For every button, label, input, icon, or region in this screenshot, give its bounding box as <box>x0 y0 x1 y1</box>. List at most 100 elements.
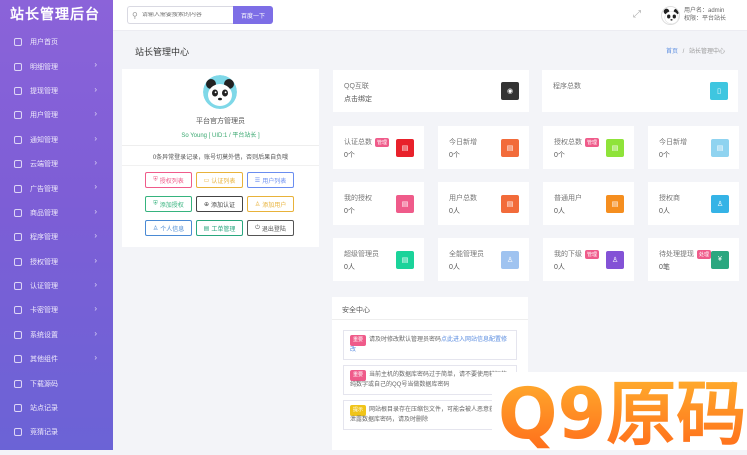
sidebar-item-label: 认证管理 <box>30 283 58 291</box>
chevron-right-icon: › <box>94 304 97 314</box>
stat-tag-badge[interactable]: 管理 <box>375 137 390 147</box>
stat-value: 0个 <box>449 152 460 159</box>
stat-tag-badge[interactable]: 管理 <box>585 137 600 147</box>
stat-card[interactable]: 程序总数 ▯ <box>542 70 738 112</box>
stat-card[interactable]: 全能管理员 0人 ♙ <box>438 238 529 281</box>
shield-icon: ⛨ <box>153 176 158 183</box>
menu-item-icon <box>14 330 22 339</box>
sidebar-item-label: 程序管理 <box>30 234 58 242</box>
user-info[interactable]: 用户名：admin 权限：平台站长 <box>684 7 726 23</box>
divider <box>332 319 528 320</box>
stat-card[interactable]: 待处理提现 处理 0笔 ¥ <box>648 238 739 281</box>
stat-label: 用户总数 <box>449 193 477 203</box>
menu-item-icon <box>14 233 22 242</box>
stat-label-text: 普通用户 <box>554 195 582 202</box>
qq-icon: ◉ <box>501 82 519 100</box>
stat-card[interactable]: 授权总数 管理 0个 ▤ <box>543 126 634 169</box>
sidebar-item[interactable]: 通知管理 › <box>0 128 113 152</box>
phone-icon: ▯ <box>710 82 728 100</box>
shield-plus-icon: ⛨ <box>153 200 158 207</box>
sidebar-item[interactable]: 系统设置 › <box>0 323 113 347</box>
watermark-logo: Q9原码 <box>492 372 747 455</box>
sidebar-nav: 用户首页 明细管理 › 提现管理 › 用户管理 › 通知管理 › 云端管理 › 广告管理 › 商品管理 › 程… <box>0 30 113 445</box>
chevron-right-icon: › <box>94 353 97 363</box>
sidebar-item[interactable]: 站点记录 <box>0 396 113 420</box>
sidebar-item[interactable]: 其他组件 › <box>0 347 113 371</box>
user-plus-action-button[interactable]: ♙ 添加用户 <box>247 196 294 212</box>
stat-card[interactable]: 我的下级 管理 0人 ♙ <box>543 238 634 281</box>
sidebar-item-label: 商品管理 <box>30 209 58 217</box>
notice-badge: 重要 <box>350 370 367 381</box>
divider <box>122 145 319 146</box>
user-plus-icon: ♙ <box>254 201 261 208</box>
stat-card[interactable]: 普通用户 0人 ▤ <box>543 182 634 225</box>
sidebar-item-label: 用户首页 <box>30 39 58 47</box>
sidebar-item[interactable]: 授权管理 › <box>0 250 113 274</box>
stat-tag-badge[interactable]: 管理 <box>585 249 600 259</box>
sidebar-item[interactable]: 提现管理 › <box>0 79 113 103</box>
doc-icon: ▤ <box>606 138 624 157</box>
doc-icon: ▤ <box>396 138 414 157</box>
stat-value: 0人 <box>449 264 460 271</box>
list-action-button[interactable]: ☰ 用户列表 <box>247 172 294 188</box>
action-button-label: 用户列表 <box>262 178 287 185</box>
sidebar-item[interactable]: 明细管理 › <box>0 54 113 78</box>
menu-item-icon <box>14 135 22 144</box>
doc-icon: ▤ <box>606 194 624 213</box>
search-button[interactable]: 百度一下 <box>233 6 273 24</box>
stat-value: 0人 <box>659 208 670 215</box>
sidebar-item[interactable]: 云端管理 › <box>0 152 113 176</box>
sidebar-item[interactable]: 商品管理 › <box>0 201 113 225</box>
stat-card[interactable]: 认证总数 管理 0个 ▤ <box>333 126 424 169</box>
sidebar-item[interactable]: 用户管理 › <box>0 103 113 127</box>
profile-panel: 平台官方管理员 So Young [ UID:1 / 平台站长 ] 0条异常登录… <box>122 69 319 247</box>
ticket-action-button[interactable]: ▤ 工单管理 <box>196 220 243 236</box>
sidebar-item-label: 通知管理 <box>30 136 58 144</box>
stat-label: 程序总数 <box>553 81 581 91</box>
id-card-action-button[interactable]: ▭ 认证列表 <box>196 172 243 188</box>
menu-item-icon <box>14 257 22 266</box>
breadcrumb-home[interactable]: 首页 <box>666 49 678 55</box>
fullscreen-icon[interactable]: ⤢ <box>633 9 641 20</box>
sidebar-item[interactable]: 用户首页 <box>0 30 113 54</box>
shield-action-button[interactable]: ⛨ 授权列表 <box>145 172 192 188</box>
ticket-icon: ▤ <box>203 225 210 232</box>
stat-label-text: 授权总数 <box>554 139 582 146</box>
stat-value: 点击绑定 <box>344 96 372 103</box>
doc-icon: ▤ <box>396 250 414 269</box>
stat-value: 0个 <box>554 152 565 159</box>
menu-item-icon <box>14 184 22 193</box>
notice-text: 请及时修改默认管理员密码 <box>369 337 442 343</box>
stat-card[interactable]: 授权商 0人 ♙ <box>648 182 739 225</box>
stat-tag-badge[interactable]: 处理 <box>697 249 712 259</box>
stat-card[interactable]: 今日新增 0个 ▤ <box>438 126 529 169</box>
action-button-label: 个人信息 <box>160 226 185 233</box>
security-title: 安全中心 <box>342 307 370 314</box>
chevron-right-icon: › <box>94 279 97 289</box>
doc-icon: ▤ <box>501 194 519 213</box>
stat-card[interactable]: 我的授权 0个 ▤ <box>333 182 424 225</box>
stat-label-text: 程序总数 <box>553 83 581 90</box>
stat-label: QQ互联 <box>344 81 369 91</box>
user-avatar[interactable] <box>661 6 680 25</box>
power-action-button[interactable]: ⏻ 退出登陆 <box>247 220 294 236</box>
sidebar-item[interactable]: 卡密管理 › <box>0 298 113 322</box>
stat-card[interactable]: QQ互联点击绑定 ◉ <box>333 70 529 112</box>
search-input[interactable] <box>141 12 224 18</box>
user-action-button[interactable]: ♙ 个人信息 <box>145 220 192 236</box>
shield-plus-action-button[interactable]: ⛨ 添加授权 <box>145 196 192 212</box>
stat-card[interactable]: 用户总数 0人 ▤ <box>438 182 529 225</box>
sidebar-item[interactable]: 下载源码 <box>0 371 113 395</box>
sidebar-item[interactable]: 竞猜记录 <box>0 420 113 444</box>
sidebar-item[interactable]: 认证管理 › <box>0 274 113 298</box>
notice-text: 网站根目录存在压缩包文件，可能会被人恶意获取并泄露数据库密码，请及时删除 <box>350 407 508 423</box>
sidebar-item[interactable]: 程序管理 › <box>0 225 113 249</box>
menu-item-icon <box>14 428 22 437</box>
stat-card[interactable]: 今日新增 0个 ▤ <box>648 126 739 169</box>
stat-label: 今日新增 <box>449 137 477 147</box>
stat-card[interactable]: 超级管理员 0人 ▤ <box>333 238 424 281</box>
stat-label: 认证总数 管理 <box>344 137 390 147</box>
plus-circle-action-button[interactable]: ⊕ 添加认证 <box>196 196 243 212</box>
sidebar-item-label: 站点记录 <box>30 405 58 413</box>
sidebar-item[interactable]: 广告管理 › <box>0 176 113 200</box>
